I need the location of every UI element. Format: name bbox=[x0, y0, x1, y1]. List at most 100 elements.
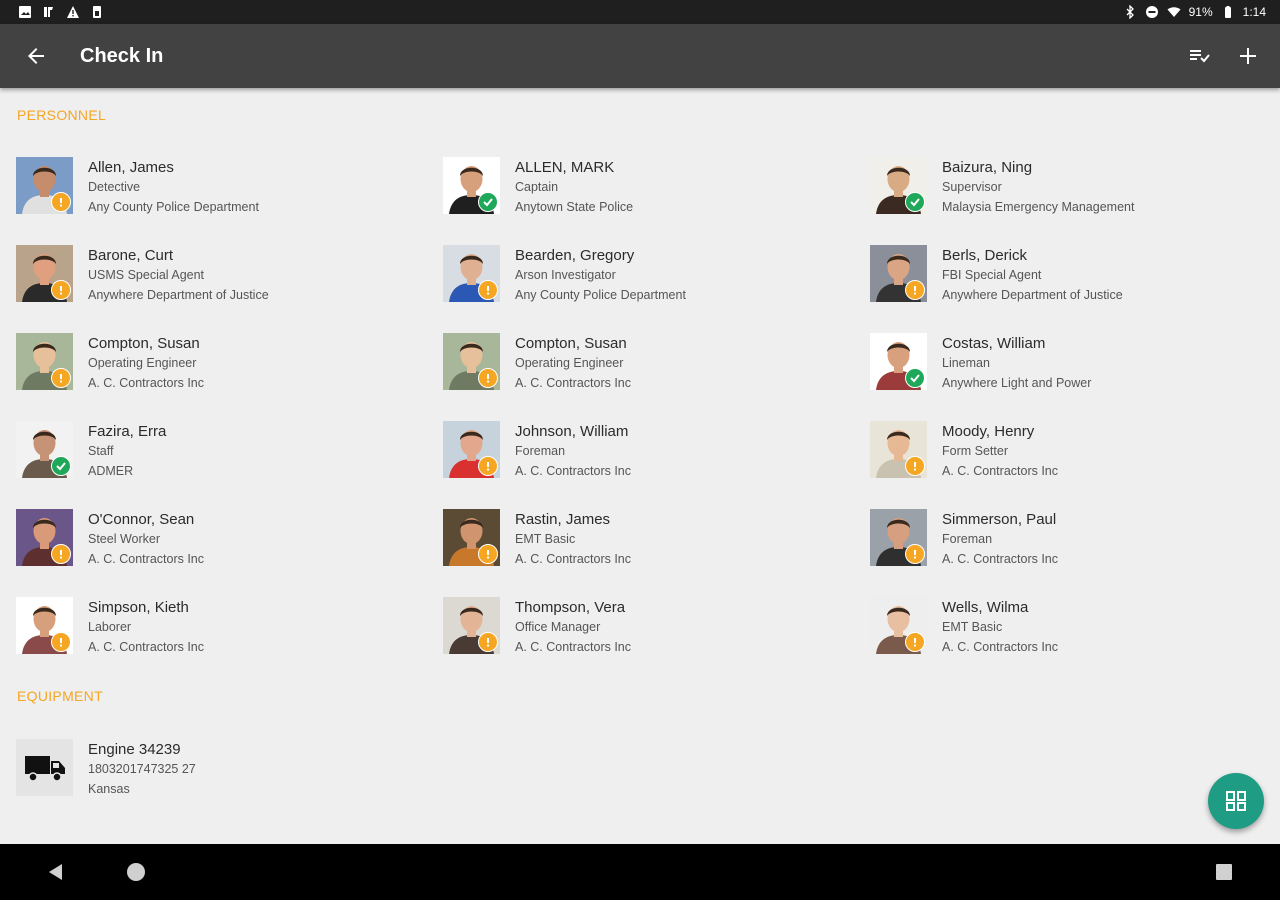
avatar bbox=[870, 157, 927, 214]
avatar bbox=[870, 245, 927, 302]
personnel-card[interactable]: Barone, Curt USMS Special Agent Anywhere D… bbox=[16, 245, 443, 333]
warning-icon bbox=[67, 6, 79, 18]
personnel-organization: A. C. Contractors Inc bbox=[88, 552, 205, 566]
avatar bbox=[443, 597, 500, 654]
personnel-organization: A. C. Contractors Inc bbox=[88, 640, 205, 654]
notification-icons bbox=[18, 5, 104, 19]
personnel-name: Moody, Henry bbox=[942, 423, 1035, 440]
personnel-title: Office Manager bbox=[515, 620, 601, 634]
personnel-card[interactable]: O'Connor, Sean Steel Worker A. C. Contract… bbox=[16, 509, 443, 597]
personnel-card[interactable]: Baizura, Ning Supervisor Malaysia Emergenc… bbox=[870, 157, 1276, 245]
personnel-card[interactable]: Moody, Henry Form Setter A. C. Contractors… bbox=[870, 421, 1276, 509]
personnel-name: Costas, William bbox=[942, 335, 1046, 352]
back-button[interactable] bbox=[8, 28, 64, 84]
personnel-card[interactable]: Fazira, Erra Staff ADMER bbox=[16, 421, 443, 509]
personnel-card[interactable]: Thompson, Vera Office Manager A. C. Contra… bbox=[443, 597, 870, 685]
do-not-disturb-icon bbox=[1145, 6, 1158, 18]
personnel-name: Wells, Wilma bbox=[942, 599, 1029, 616]
personnel-name: Thompson, Vera bbox=[515, 599, 626, 616]
scan-qr-fab[interactable] bbox=[1208, 773, 1264, 829]
personnel-card[interactable]: Allen, James Detective Any County Police D… bbox=[16, 157, 443, 245]
nav-back-button[interactable] bbox=[32, 848, 80, 896]
avatar bbox=[443, 245, 500, 302]
playlist-check-icon bbox=[1190, 50, 1210, 63]
nav-home-button[interactable] bbox=[112, 848, 160, 896]
personnel-card[interactable]: Berls, Derick FBI Special Agent Anywhere D… bbox=[870, 245, 1276, 333]
equipment-thumbnail bbox=[16, 739, 73, 796]
personnel-card[interactable]: Simmerson, Paul Foreman A. C. Contractors … bbox=[870, 509, 1276, 597]
personnel-card[interactable]: Johnson, William Foreman A. C. Contractors… bbox=[443, 421, 870, 509]
system-icons: 91% 1:14 bbox=[1123, 5, 1266, 19]
personnel-info: Johnson, William Foreman A. C. Contractors… bbox=[515, 422, 631, 481]
section-header-personnel: PERSONNEL bbox=[17, 107, 107, 123]
content: PERSONNEL Allen, James Detective Any Count… bbox=[0, 88, 1280, 844]
personnel-organization: Anywhere Department of Justice bbox=[88, 288, 269, 302]
personnel-info: Compton, Susan Operating Engineer A. C. Co… bbox=[88, 334, 204, 393]
avatar bbox=[443, 509, 500, 566]
check-all-button[interactable] bbox=[1176, 32, 1224, 80]
personnel-organization: Anywhere Department of Justice bbox=[942, 288, 1123, 302]
avatar bbox=[870, 421, 927, 478]
personnel-title: Form Setter bbox=[942, 444, 1008, 458]
check-icon bbox=[910, 374, 920, 383]
personnel-card[interactable]: ALLEN, MARK Captain Anytown State Police bbox=[443, 157, 870, 245]
bluetooth-icon bbox=[1126, 5, 1134, 19]
personnel-card[interactable]: Rastin, James EMT Basic A. C. Contractors … bbox=[443, 509, 870, 597]
personnel-card[interactable]: Compton, Susan Operating Engineer A. C. Co… bbox=[16, 333, 443, 421]
triangle-back-icon bbox=[49, 864, 62, 880]
sim-card-icon bbox=[93, 6, 101, 18]
personnel-info: Bearden, Gregory Arson Investigator Any Co… bbox=[515, 246, 686, 305]
personnel-title: Captain bbox=[515, 180, 559, 194]
equipment-grid: Engine 34239 1803201747325 27 Kansas bbox=[16, 739, 1276, 827]
personnel-title: Detective bbox=[88, 180, 141, 194]
personnel-name: Rastin, James bbox=[515, 511, 611, 528]
circle-home-icon bbox=[127, 863, 145, 881]
personnel-info: Rastin, James EMT Basic A. C. Contractors … bbox=[515, 510, 631, 569]
personnel-info: Allen, James Detective Any County Police D… bbox=[88, 158, 259, 217]
personnel-card[interactable]: Simpson, Kieth Laborer A. C. Contractors I… bbox=[16, 597, 443, 685]
personnel-name: Simmerson, Paul bbox=[942, 511, 1057, 528]
personnel-title: Arson Investigator bbox=[515, 268, 616, 282]
personnel-card[interactable]: Compton, Susan Operating Engineer A. C. Co… bbox=[443, 333, 870, 421]
equipment-card[interactable]: Engine 34239 1803201747325 27 Kansas bbox=[16, 739, 443, 827]
equipment-serial: 1803201747325 27 bbox=[88, 762, 196, 776]
square-recents-icon bbox=[1216, 864, 1232, 880]
personnel-name: Barone, Curt bbox=[88, 247, 174, 264]
personnel-info: O'Connor, Sean Steel Worker A. C. Contract… bbox=[88, 510, 204, 569]
status-bar: 91% 1:14 bbox=[0, 0, 1280, 24]
exclamation-icon bbox=[487, 374, 489, 383]
exclamation-icon bbox=[487, 286, 489, 295]
personnel-info: Compton, Susan Operating Engineer A. C. Co… bbox=[515, 334, 631, 393]
avatar bbox=[16, 245, 73, 302]
personnel-title: Lineman bbox=[942, 356, 990, 370]
personnel-card[interactable]: Bearden, Gregory Arson Investigator Any Co… bbox=[443, 245, 870, 333]
personnel-organization: A. C. Contractors Inc bbox=[942, 640, 1059, 654]
warning-badge bbox=[478, 632, 498, 652]
add-button[interactable] bbox=[1224, 32, 1272, 80]
avatar bbox=[16, 421, 73, 478]
avatar bbox=[443, 421, 500, 478]
warning-badge bbox=[905, 632, 925, 652]
personnel-card[interactable]: Wells, Wilma EMT Basic A. C. Contractors I… bbox=[870, 597, 1276, 685]
equipment-name: Engine 34239 bbox=[88, 741, 181, 758]
avatar bbox=[443, 333, 500, 390]
warning-badge bbox=[478, 544, 498, 564]
personnel-info: Barone, Curt USMS Special Agent Anywhere D… bbox=[88, 246, 269, 305]
personnel-organization: A. C. Contractors Inc bbox=[515, 376, 632, 390]
personnel-name: Allen, James bbox=[88, 159, 174, 176]
personnel-title: Staff bbox=[88, 444, 114, 458]
personnel-title: Foreman bbox=[942, 532, 993, 546]
exclamation-icon bbox=[60, 286, 62, 295]
exclamation-icon bbox=[60, 638, 62, 647]
personnel-title: FBI Special Agent bbox=[942, 268, 1042, 282]
avatar bbox=[16, 157, 73, 214]
personnel-organization: Anywhere Light and Power bbox=[942, 376, 1092, 390]
image-icon bbox=[19, 6, 31, 18]
personnel-info: Simmerson, Paul Foreman A. C. Contractors … bbox=[942, 510, 1058, 569]
personnel-card[interactable]: Costas, William Lineman Anywhere Light and… bbox=[870, 333, 1276, 421]
avatar bbox=[870, 333, 927, 390]
tools-icon bbox=[44, 7, 53, 17]
page-title: Check In bbox=[80, 44, 164, 67]
nav-recents-button[interactable] bbox=[1200, 848, 1248, 896]
personnel-organization: A. C. Contractors Inc bbox=[88, 376, 205, 390]
